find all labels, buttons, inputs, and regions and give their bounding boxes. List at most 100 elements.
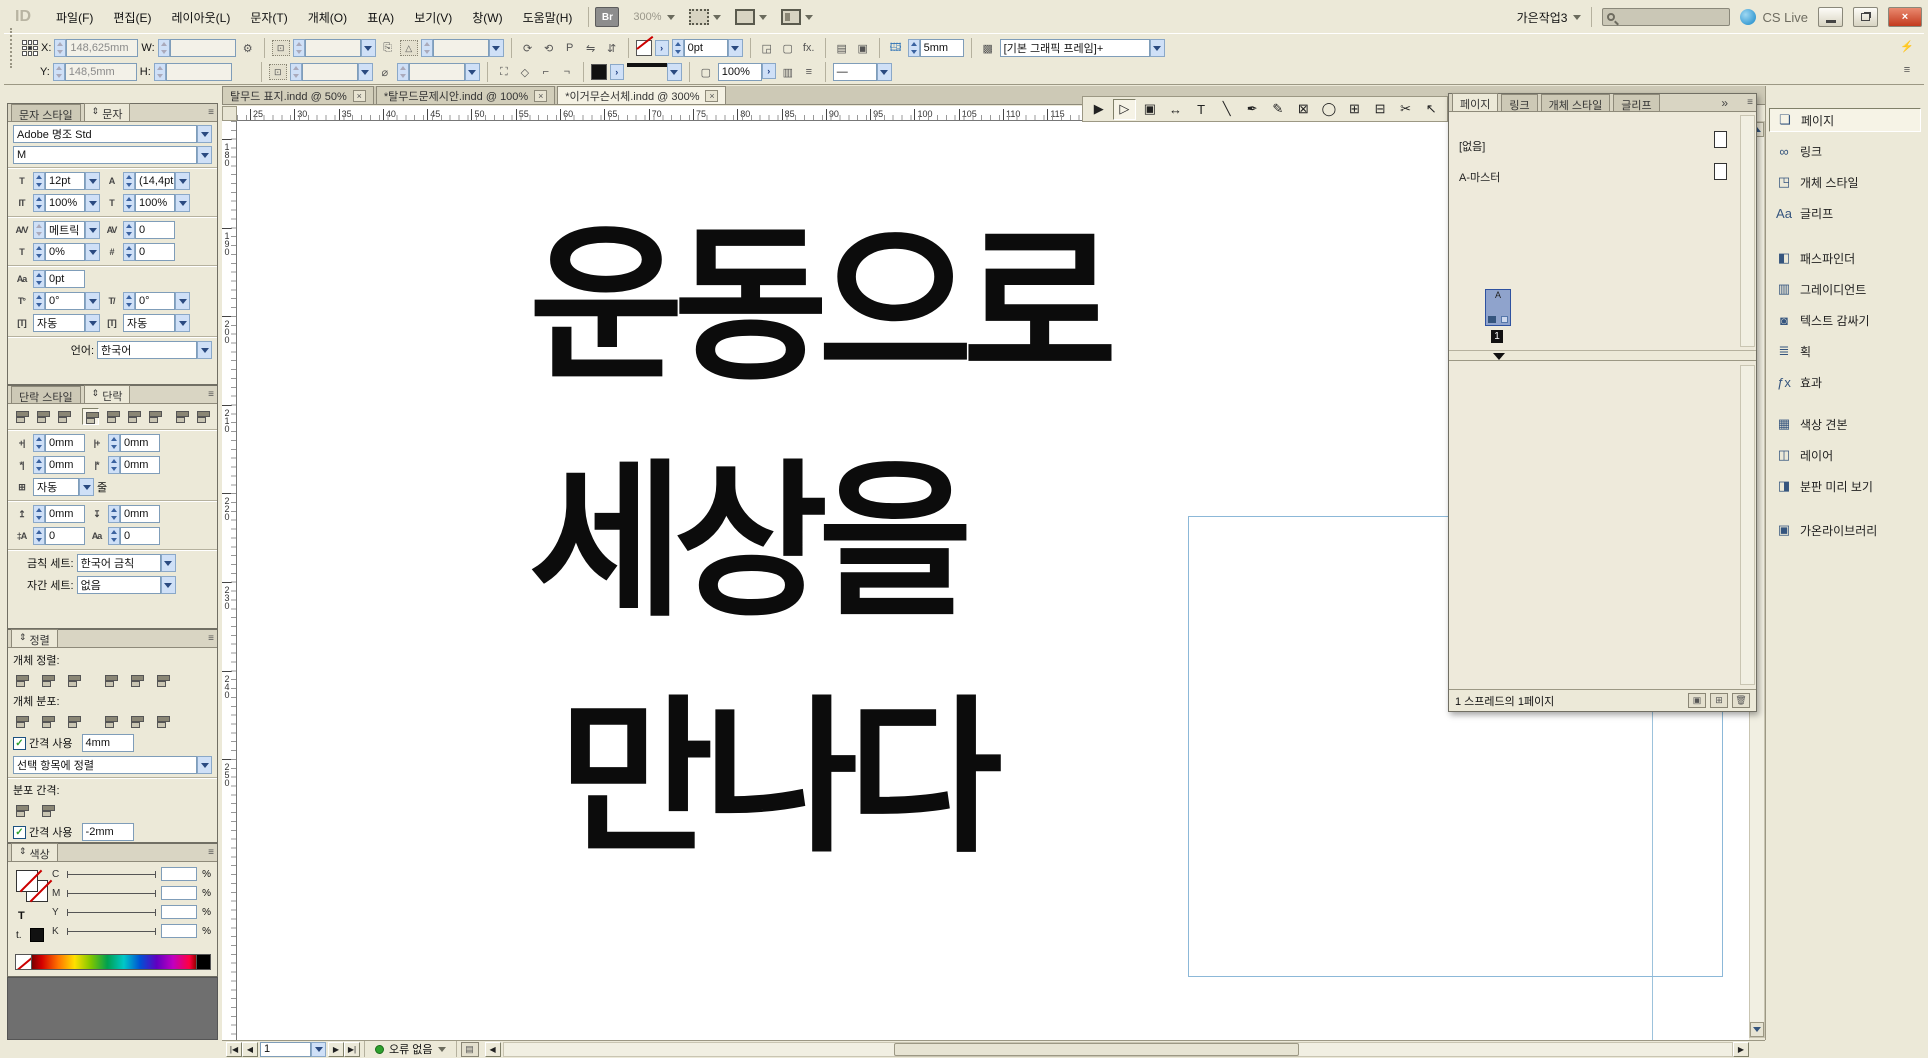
align-to-dropdown[interactable] <box>197 756 212 774</box>
y-spinner[interactable] <box>53 63 65 81</box>
rotation-spinner[interactable] <box>421 39 433 57</box>
distribute-h-space-button[interactable] <box>39 802 60 819</box>
direct-selection-tool[interactable]: ▷ <box>1113 99 1137 120</box>
doc-tab-close-icon[interactable]: × <box>705 90 718 102</box>
bridge-button[interactable]: Br <box>595 7 619 27</box>
pages-splitter[interactable] <box>1449 351 1756 361</box>
scale-x-field[interactable] <box>305 39 361 57</box>
tatechuyoko-field[interactable]: 자동 <box>123 314 175 332</box>
object-style-field[interactable]: [기본 그래픽 프레임]+ <box>1000 39 1150 57</box>
delete-page-icon[interactable]: 🗑 <box>1732 693 1750 708</box>
kerning-spinner[interactable] <box>33 221 45 239</box>
align-towards-spine-button[interactable] <box>173 408 189 425</box>
paragraph-styles-tab[interactable]: 단락 스타일 <box>11 386 81 403</box>
kerning-field[interactable]: 메트릭 <box>45 221 85 239</box>
dock-gradient-button[interactable]: ▥ 그레이디언트 <box>1769 277 1921 301</box>
channel-value-field[interactable] <box>161 867 197 881</box>
character-styles-tab[interactable]: 문자 스타일 <box>11 104 81 121</box>
edit-page-size-icon[interactable]: ▣ <box>1688 693 1706 708</box>
x-spinner[interactable] <box>54 39 66 57</box>
space-after-spinner[interactable] <box>108 505 120 523</box>
x-field[interactable]: 148,625mm <box>66 39 138 57</box>
scale-y-field[interactable] <box>302 63 358 81</box>
stroke-weight-spinner[interactable] <box>672 39 684 57</box>
align-tab[interactable]: ⇕정렬 <box>11 629 58 647</box>
grid-jidori-field[interactable]: 0 <box>135 243 175 261</box>
distribute-left-button[interactable] <box>102 713 123 730</box>
grid-alignment-dropdown[interactable] <box>79 478 94 496</box>
select-container-icon[interactable]: ⛶ <box>495 64 513 80</box>
aki-ratio-field[interactable]: 0% <box>45 243 85 261</box>
master-none-item[interactable]: [없음] <box>1459 138 1485 154</box>
language-field[interactable]: 한국어 <box>97 341 197 359</box>
aki-ratio-spinner[interactable] <box>33 243 45 261</box>
distribute-top-button[interactable] <box>13 713 34 730</box>
reference-point-proxy[interactable] <box>22 40 38 56</box>
warichu-field[interactable]: 자동 <box>33 314 85 332</box>
menu-item[interactable]: 개체(O) <box>298 5 357 30</box>
menu-item[interactable]: 표(A) <box>357 5 404 30</box>
selection-tool[interactable]: ▶ <box>1087 99 1111 120</box>
y-field[interactable]: 148,5mm <box>65 63 137 81</box>
panel-menu-icon[interactable]: ≡ <box>1898 62 1916 78</box>
align-right-edges-button[interactable] <box>65 672 86 689</box>
panel-menu-icon[interactable]: ≡ <box>208 847 214 858</box>
menu-item[interactable]: 도움말(H) <box>513 5 583 30</box>
grid-align-icon[interactable]: ▥ <box>779 64 797 80</box>
stroke-color-none-swatch[interactable] <box>636 40 652 56</box>
last-line-indent-spinner[interactable] <box>108 456 120 474</box>
use-spacing-checkbox[interactable]: ✓ <box>13 737 26 750</box>
doc-tab-close-icon[interactable]: × <box>534 90 547 102</box>
baseline-shift-field[interactable]: 0pt <box>45 270 85 288</box>
kinsoku-dropdown[interactable] <box>161 554 176 572</box>
align-h-centers-button[interactable] <box>39 672 60 689</box>
color-tab[interactable]: ⇕색상 <box>11 843 58 861</box>
cs-live-button[interactable]: CS Live <box>1740 9 1808 25</box>
free-transform-tool[interactable]: ↖ <box>1419 99 1443 120</box>
dropcap-lines-field[interactable]: 0 <box>45 527 85 545</box>
skew-spinner[interactable] <box>123 292 135 310</box>
language-dropdown[interactable] <box>197 341 212 359</box>
opacity-field[interactable]: 100% <box>718 63 762 81</box>
menu-item[interactable]: 편집(E) <box>103 5 161 30</box>
scissors-tool[interactable]: ✂ <box>1394 99 1418 120</box>
dock-pages-button[interactable]: ❏ 페이지 <box>1769 108 1921 132</box>
channel-slider[interactable] <box>67 912 156 913</box>
select-previous-icon[interactable]: ⌐ <box>537 64 555 80</box>
space-before-spinner[interactable] <box>33 505 45 523</box>
warichu-dropdown[interactable] <box>85 314 100 332</box>
panel-menu-icon[interactable]: ≡ <box>208 389 214 400</box>
last-line-indent-field[interactable]: 0mm <box>120 456 160 474</box>
align-left-button[interactable] <box>13 408 29 425</box>
dock-separations-button[interactable]: ◨ 분판 미리 보기 <box>1769 474 1921 498</box>
use-spacing2-checkbox[interactable]: ✓ <box>13 826 26 839</box>
color-ramp[interactable] <box>15 954 211 970</box>
horizontal-grid-tool[interactable]: ⊞ <box>1343 99 1367 120</box>
mojikumi-dropdown[interactable] <box>161 576 176 594</box>
page-number-field[interactable]: 1 <box>260 1042 311 1057</box>
none-swatch[interactable] <box>16 955 32 969</box>
spacing-value-field[interactable]: 4mm <box>82 734 134 752</box>
page-number-dropdown[interactable] <box>311 1042 326 1057</box>
justify-all-button[interactable] <box>146 408 162 425</box>
frame-fitting-icon[interactable]: 🖽 <box>887 40 905 56</box>
dock-swatches-button[interactable]: ▦ 색상 견본 <box>1769 412 1921 436</box>
shear-field[interactable] <box>409 63 465 81</box>
dock-layers-button[interactable]: ◫ 레이어 <box>1769 443 1921 467</box>
font-style-dropdown[interactable] <box>197 146 212 164</box>
dock-effects-button[interactable]: ƒx 효과 <box>1769 370 1921 394</box>
glyphs-tab[interactable]: 글리프 <box>1613 94 1659 111</box>
arrange-documents-button[interactable] <box>781 9 813 25</box>
pages-scrollbar[interactable] <box>1740 365 1755 685</box>
scroll-left-button[interactable]: ◀ <box>485 1042 501 1057</box>
pencil-tool[interactable]: ✎ <box>1266 99 1290 120</box>
scroll-right-button[interactable]: ▶ <box>1733 1042 1749 1057</box>
channel-slider[interactable] <box>67 931 156 932</box>
view-options-button[interactable] <box>689 9 721 25</box>
first-line-indent-spinner[interactable] <box>33 456 45 474</box>
flip-horizontal-icon[interactable]: ⇋ <box>582 40 600 56</box>
font-family-dropdown[interactable] <box>197 125 212 143</box>
opacity-apply-button[interactable]: › <box>762 63 776 79</box>
first-line-indent-field[interactable]: 0mm <box>45 456 85 474</box>
font-size-field[interactable]: 12pt <box>45 172 85 190</box>
